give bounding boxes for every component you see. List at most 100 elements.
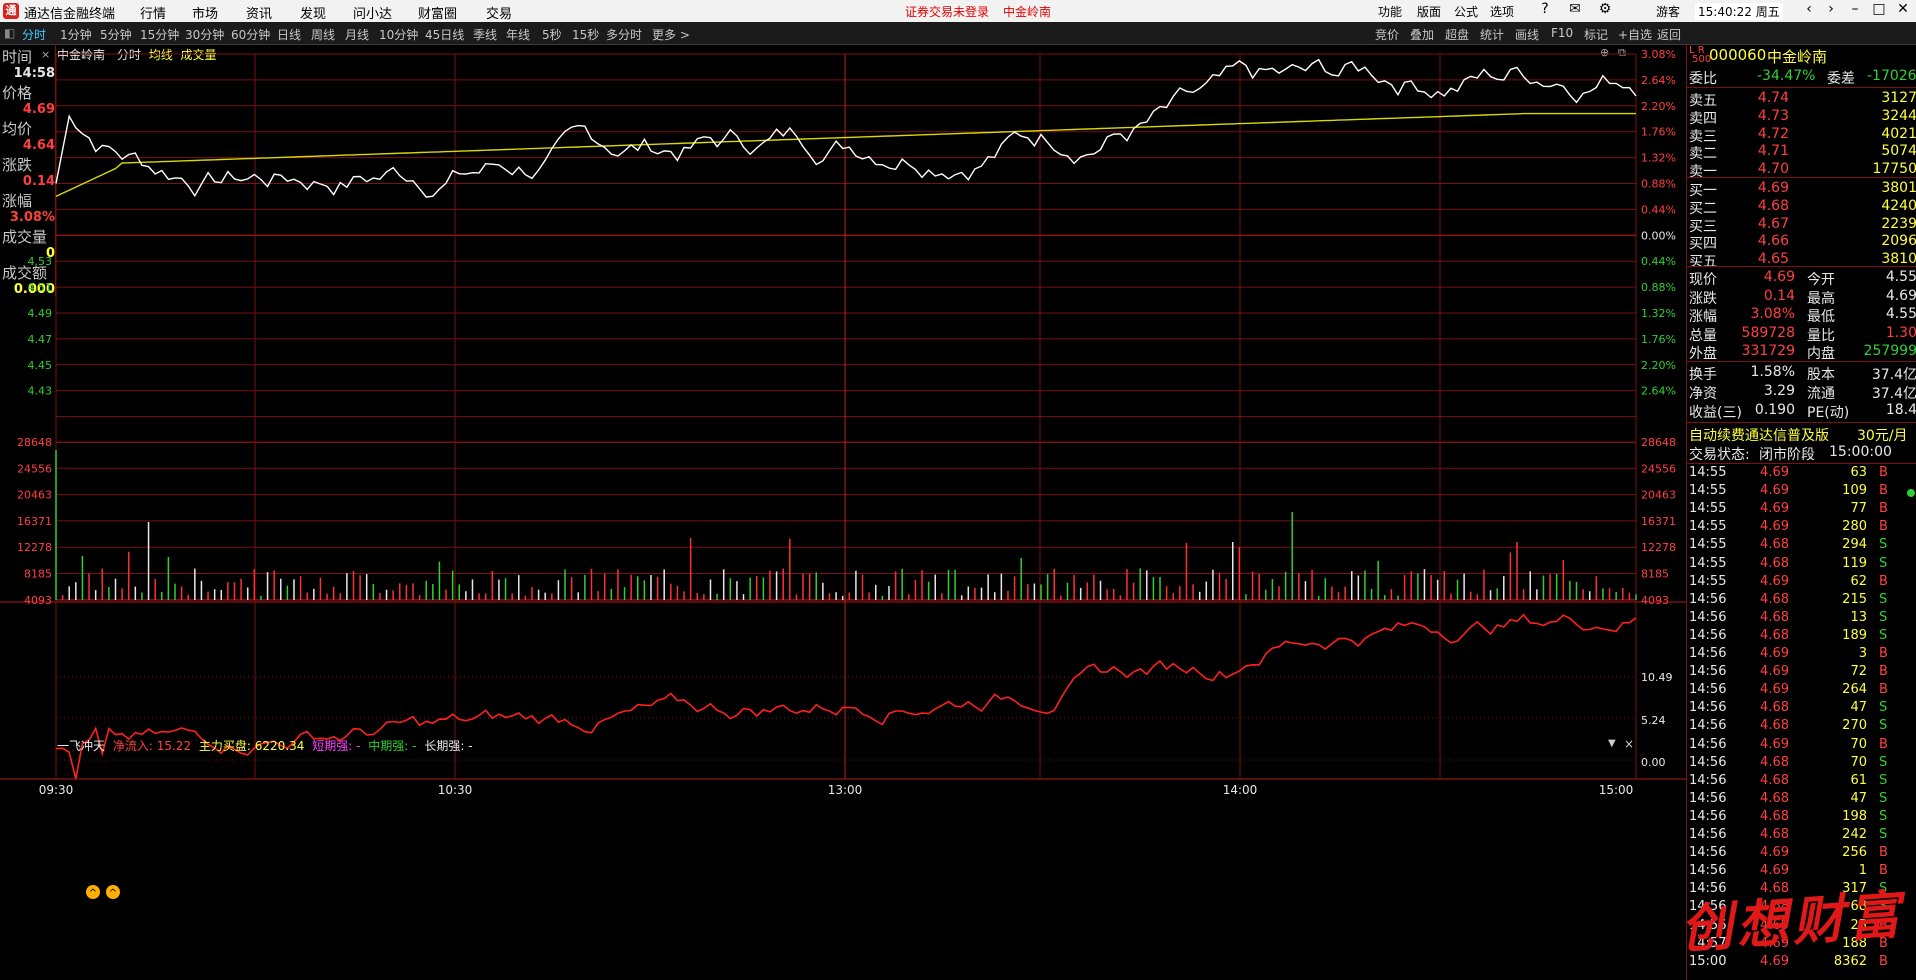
diff-value: -17026 [1867,68,1916,84]
stock-name: 中金岭南 [1767,48,1828,66]
period-60min[interactable]: 60分钟 [231,26,270,43]
ask-volume: 4021 [1881,125,1916,142]
promo-row[interactable]: 自动续费通达信普及版 30元/月 [1689,425,1916,445]
menu-discover[interactable]: 发现 [300,3,326,22]
scroll-marker-icon[interactable] [1907,489,1915,497]
menu-market[interactable]: 市场 [192,3,218,22]
bid-volume: 3801 [1881,180,1916,196]
stat-row: 涨幅 3.08% 最低 4.55 [1689,306,1916,325]
btn-f10[interactable]: F10 [1551,26,1573,40]
tick-row: 14:56 4.69 264 B [1689,682,1916,700]
period-5sec[interactable]: 5秒 [542,26,562,43]
svg-text:^: ^ [109,888,117,899]
time-tick-label: 09:30 [39,783,74,797]
menu-options[interactable]: 选项 [1490,3,1514,20]
forward-arrow-icon[interactable]: › [1820,1,1842,17]
menu-layout[interactable]: 版面 [1417,3,1441,20]
period-5min[interactable]: 5分钟 [100,26,132,43]
menu-quotes[interactable]: 行情 [140,3,166,22]
volume-tick-label: 20463 [1641,489,1676,502]
indicator-close-icon[interactable]: × [1624,737,1634,751]
close-icon[interactable]: ✕ [1892,1,1914,17]
menu-community[interactable]: 财富圈 [418,3,457,22]
back-arrow-icon[interactable]: ‹ [1798,1,1820,17]
login-notice[interactable]: 证券交易未登录 [905,3,989,20]
period-weekly[interactable]: 周线 [311,26,335,43]
tick-side: S [1879,808,1888,824]
period-15min[interactable]: 15分钟 [140,26,179,43]
tick-side: B [1879,646,1888,661]
period-1min[interactable]: 1分钟 [60,26,92,43]
tick-row: 14:55 4.69 63 B [1689,465,1916,483]
period-10min[interactable]: 10分钟 [379,26,418,43]
minimize-icon[interactable]: – [1844,1,1866,17]
order-ratio-row: 委比 -34.47% 委差 -17026 [1689,68,1916,87]
tick-volume: 72 [1850,664,1867,680]
tick-price: 4.69 [1760,664,1789,680]
period-year[interactable]: 年线 [506,26,530,43]
period-daily[interactable]: 日线 [277,26,301,43]
bid-price: 4.65 [1757,251,1789,268]
mail-icon[interactable]: ✉ [1564,1,1586,17]
short-strength-label: 短期强: [312,739,353,753]
pct-tick-label: 2.20% [1641,100,1676,113]
user-label[interactable]: 游客 [1656,3,1680,20]
btn-add-watchlist[interactable]: +自选 [1618,26,1652,43]
menu-ask[interactable]: 问小达 [353,3,392,22]
btn-mark[interactable]: 标记 [1584,26,1608,43]
bid-volume: 2239 [1881,215,1916,232]
status-label: 交易状态: [1689,447,1750,463]
bid-price: 4.66 [1757,233,1789,250]
tick-time: 14:56 [1689,754,1727,770]
diff-label: 委差 [1827,71,1855,87]
tick-price: 4.68 [1760,555,1789,571]
period-45day[interactable]: 45日线 [425,26,464,43]
period-multi-intraday[interactable]: 多分时 [606,26,642,43]
price-tick-label: 4.45 [28,359,53,372]
ask-label: 卖一 [1689,164,1717,181]
tick-volume: 189 [1842,627,1867,643]
stat-value: 3.29 [1763,382,1795,399]
stat-row: 收益(三) 0.190 PE(动) 18.4 [1689,402,1916,421]
indicator-dropdown-icon[interactable]: ▼ [1608,738,1616,749]
promo-text[interactable]: 自动续费通达信普及版 [1689,425,1829,445]
bid-row: 买三 4.67 2239 [1689,215,1916,235]
period-quarter[interactable]: 季线 [473,26,497,43]
help-icon[interactable]: ? [1534,1,1556,17]
current-stock-title: 中金岭南 [1003,5,1052,19]
tick-row: 14:56 4.69 70 B [1689,737,1916,755]
toolbar-toggle-icon[interactable]: ◧ [4,26,15,40]
volume-tick-label: 4093 [24,594,52,607]
btn-overlay[interactable]: 叠加 [1410,26,1434,43]
stat-label: PE(动) [1807,404,1850,421]
period-monthly[interactable]: 月线 [345,26,369,43]
gear-icon[interactable]: ⚙ [1594,1,1616,17]
promo-price[interactable]: 30元/月 [1857,425,1908,445]
intraday-chart[interactable]: 3.08% 2.64% 2.20% 1.76% 1.32% 0.88% 0.44% 0.00%… [0,44,1686,980]
menu-formula[interactable]: 公式 [1454,3,1478,20]
period-more[interactable]: 更多 > [652,26,690,43]
tick-row: 14:56 4.68 215 S [1689,592,1916,610]
tick-price: 4.68 [1760,609,1789,625]
tick-row: 14:56 4.69 256 B [1689,845,1916,863]
btn-super[interactable]: 超盘 [1445,26,1469,43]
tick-side: B [1879,845,1888,861]
btn-draw[interactable]: 画线 [1515,26,1539,43]
tick-time: 14:56 [1689,591,1727,607]
btn-back[interactable]: 返回 [1657,26,1681,43]
btn-auction[interactable]: 竞价 [1375,26,1399,43]
indicator-name[interactable]: 一飞冲天 [57,739,105,753]
menu-news[interactable]: 资讯 [246,3,272,22]
maximize-icon[interactable]: □ [1868,1,1890,17]
btn-stats[interactable]: 统计 [1480,26,1504,43]
price-tick-label: 4.47 [28,333,53,346]
menu-function[interactable]: 功能 [1378,3,1402,20]
tick-row: 14:55 4.68 119 S [1689,556,1916,574]
tick-volume: 47 [1850,700,1867,716]
period-15sec[interactable]: 15秒 [572,26,599,43]
period-30min[interactable]: 30分钟 [185,26,224,43]
menu-trade[interactable]: 交易 [486,3,512,22]
stat-value: 37.4亿 [1871,385,1916,402]
tick-volume: 8362 [1833,953,1867,969]
period-intraday[interactable]: 分时 [22,26,46,43]
